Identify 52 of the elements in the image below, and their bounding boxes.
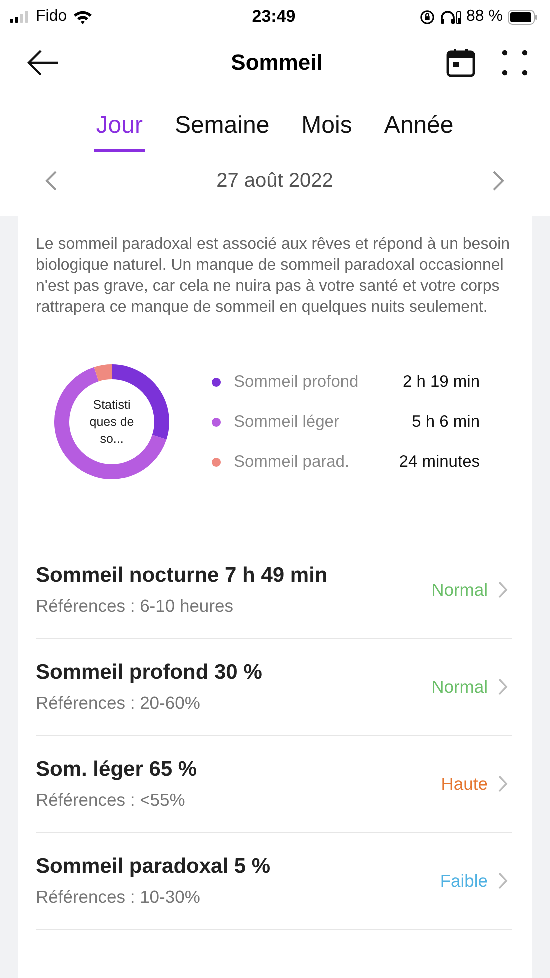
metric-status: Normal [432,580,488,600]
chevron-right-icon [498,581,508,599]
legend-label: Sommeil profond [234,372,360,392]
legend-value: 5 h 6 min [412,412,480,432]
wifi-icon [73,10,94,24]
metric-reference: Références : 20-60% [36,692,202,714]
metric-title: Sommeil paradoxal 5 % [36,854,272,878]
metric-status: Haute [441,774,488,794]
battery-percent: 88 % [466,8,503,26]
chevron-right-icon [498,775,508,793]
period-tab[interactable]: Semaine [172,110,272,152]
legend-value: 2 h 19 min [402,372,480,392]
current-date: 27 août 2022 [216,170,334,192]
chevron-right-icon [498,872,508,890]
metric-reference: Références : 6-10 heures [36,596,234,616]
back-button[interactable] [26,48,60,78]
period-tab[interactable]: Mois [300,110,354,152]
carrier-name: Fido [36,8,68,26]
metric-row[interactable]: Sommeil paradoxal 5 % Références : 10-30% Faible [36,833,512,930]
signal-icon [10,11,30,23]
donut-center-label: Statisti ques de so... [88,396,136,448]
chevron-right-icon [492,170,506,192]
metric-row[interactable]: Sommeil profond 30 % Références : 20-60% Normal [36,639,512,736]
page-title: Sommeil [230,50,324,76]
period-tab[interactable]: Année [382,110,456,152]
metric-title: Som. léger 65 % [36,758,198,782]
metric-row[interactable]: Som. léger 65 % Références : <55% Haute [36,736,512,833]
legend-label: Sommeil parad. [234,452,351,472]
rotation-lock-icon [420,10,435,24]
calendar-button[interactable] [446,48,476,78]
next-day-button[interactable] [492,170,506,192]
chevron-right-icon [498,678,508,696]
legend-value: 24 minutes [399,452,480,472]
legend-label: Sommeil léger [234,412,340,432]
description-text: Le sommeil paradoxal est associé aux rêves et répond à un besoin biologique naturel. Un manque de sommeil paradoxal occasionnel n'est pas grave, car cela ne nuira pas à votre santé et votre corps rattrapera ce manque de sommeil en quelques nuits seulement. [36,235,512,318]
calendar-icon [446,48,476,78]
metric-title: Sommeil profond 30 % [36,660,264,684]
clock-time: 23:49 [252,7,296,27]
metric-reference: Références : <55% [36,790,186,810]
metric-status: Normal [432,676,488,698]
metric-row[interactable]: Sommeil nocturne 7 h 49 min Références : 6-10 heures Normal [36,542,512,639]
metric-reference: Références : 10-30% [36,886,202,908]
period-tab[interactable]: Jour [94,110,145,152]
previous-day-button[interactable] [44,170,58,192]
chevron-left-icon [44,170,58,192]
more-button[interactable] [502,50,528,76]
back-arrow-icon [26,48,60,78]
metric-title: Sommeil nocturne 7 h 49 min [36,564,329,588]
headphones-icon [440,10,462,24]
metric-status: Faible [440,870,488,892]
battery-icon [508,10,538,24]
more-icon [502,50,528,76]
